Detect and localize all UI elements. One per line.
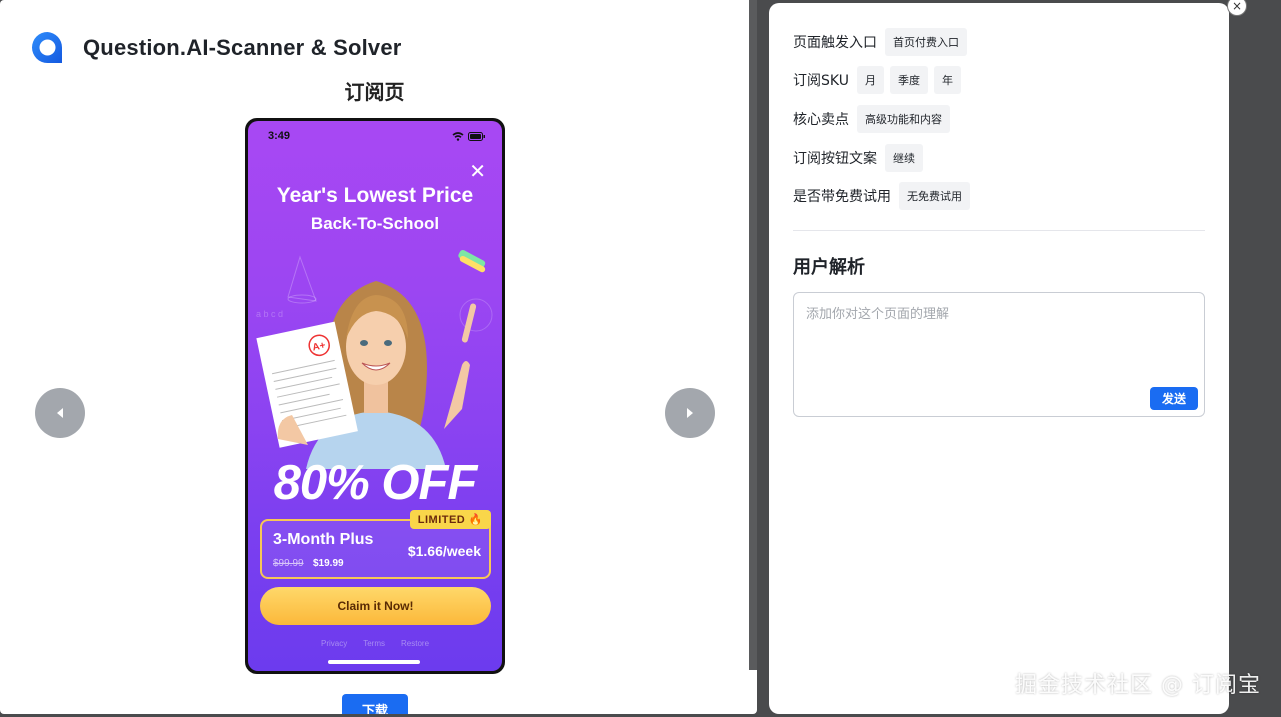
attr-label: 订阅SKU: [793, 73, 849, 89]
plan-weekly-price: $1.66/week: [407, 543, 481, 559]
attr-label: 核心卖点: [793, 112, 849, 128]
attr-row-entry: 页面触发入口 首页付费入口: [793, 28, 967, 56]
download-button[interactable]: 下载: [342, 694, 408, 714]
section-divider: [793, 230, 1205, 231]
status-time: 3:49: [268, 130, 291, 142]
attr-label: 订阅按钮文案: [793, 151, 877, 167]
status-icons: [452, 131, 486, 141]
attr-tag: 首页付费入口: [885, 28, 967, 56]
home-indicator: [328, 660, 420, 664]
attr-label: 是否带免费试用: [793, 189, 891, 205]
attr-tag: 月: [856, 66, 884, 94]
attr-tag: 年: [933, 66, 961, 94]
svg-text:a b c d: a b c d: [256, 309, 283, 319]
plan-card[interactable]: LIMITED 🔥 3-Month Plus $99.99 $19.99 $1.…: [260, 510, 491, 579]
attr-row-free-trial: 是否带免费试用 无免费试用: [793, 182, 970, 210]
caret-left-icon: [57, 408, 63, 418]
attr-row-sku: 订阅SKU 月 季度 年: [793, 66, 961, 94]
student-hero-illustration: a b c d A+: [256, 249, 493, 469]
close-dialog-icon[interactable]: ×: [1227, 0, 1247, 16]
app-name: Question.AI-Scanner & Solver: [83, 35, 402, 60]
promo-subtitle: Back-To-School: [310, 214, 440, 233]
prev-screenshot-button[interactable]: [35, 388, 85, 438]
plan-new-price: $19.99: [313, 558, 344, 569]
analysis-box: 发送: [793, 292, 1205, 417]
watermark: 掘金技术社区 @ 订阅宝: [1015, 673, 1261, 698]
attr-row-button-copy: 订阅按钮文案 继续: [793, 144, 923, 172]
analysis-title: 用户解析: [793, 257, 865, 278]
phone-screenshot: 3:49 ✕ Year's Lowest Price Back-To-Schoo…: [245, 118, 505, 674]
claim-button[interactable]: Claim it Now!: [260, 587, 491, 625]
attr-row-selling-point: 核心卖点 高级功能和内容: [793, 105, 950, 133]
preview-panel: Question.AI-Scanner & Solver 订阅页 3:49 ✕ …: [0, 0, 757, 714]
attr-tag: 无免费试用: [899, 182, 970, 210]
paywall-screen: 3:49 ✕ Year's Lowest Price Back-To-Schoo…: [248, 121, 502, 671]
plan-old-price: $99.99: [273, 558, 304, 569]
caret-right-icon: [687, 408, 693, 418]
restore-link[interactable]: Restore: [401, 639, 429, 648]
details-panel: 页面触发入口 首页付费入口 订阅SKU 月 季度 年 核心卖点 高级功能和内容 …: [769, 3, 1229, 714]
app-header: Question.AI-Scanner & Solver: [30, 30, 402, 66]
privacy-link[interactable]: Privacy: [321, 639, 347, 648]
attr-tag: 高级功能和内容: [857, 105, 950, 133]
terms-link[interactable]: Terms: [363, 639, 385, 648]
paywall-close-icon[interactable]: ✕: [469, 161, 486, 181]
paywall-footer-links: Privacy Terms Restore: [248, 639, 502, 648]
attr-tag: 季度: [889, 66, 928, 94]
attr-tag: 继续: [885, 144, 923, 172]
chat-bubble-logo-icon: [30, 30, 65, 66]
wifi-icon: [452, 131, 464, 141]
panel-scrollbar[interactable]: [749, 0, 757, 670]
plan-name: 3-Month Plus: [273, 531, 374, 548]
discount-headline: 80% OFF: [273, 456, 478, 510]
battery-icon: [468, 131, 485, 141]
limited-badge: LIMITED 🔥: [409, 510, 491, 529]
attr-label: 页面触发入口: [793, 35, 877, 51]
analysis-input[interactable]: [794, 293, 1204, 383]
promo-title: Year's Lowest Price: [276, 184, 474, 207]
page-title: 订阅页: [344, 80, 405, 104]
status-bar: 3:49: [248, 121, 502, 151]
next-screenshot-button[interactable]: [665, 388, 715, 438]
send-button[interactable]: 发送: [1150, 387, 1198, 410]
